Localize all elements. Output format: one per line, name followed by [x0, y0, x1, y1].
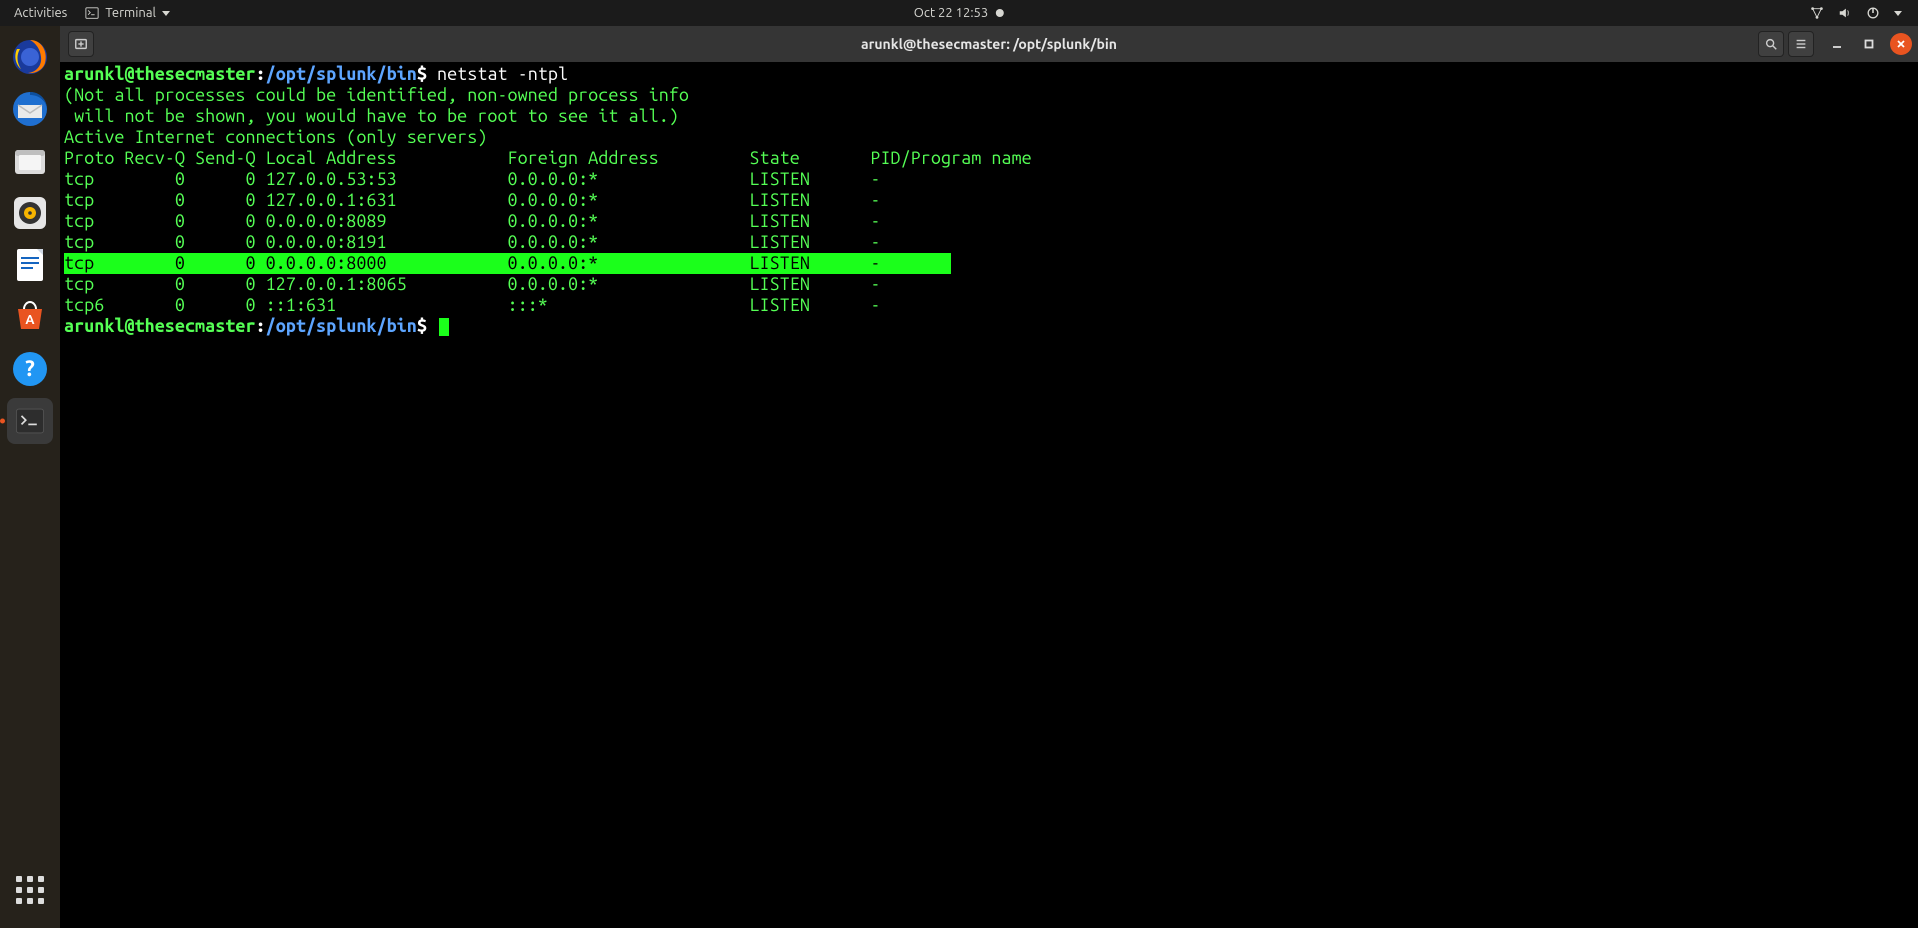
clock[interactable]: Oct 22 12:53	[914, 6, 1004, 20]
terminal-menu-icon	[85, 6, 99, 20]
volume-icon	[1838, 6, 1852, 20]
terminal-icon	[13, 404, 47, 438]
terminal-viewport[interactable]: arunkl@thesecmaster:/opt/splunk/bin$ net…	[60, 62, 1918, 928]
hamburger-menu-button[interactable]	[1788, 31, 1814, 57]
terminal-window: arunkl@thesecmaster: /opt/splunk/bin aru…	[60, 26, 1918, 928]
system-status-area[interactable]	[1810, 6, 1918, 20]
power-icon	[1866, 6, 1880, 20]
search-button[interactable]	[1758, 31, 1784, 57]
maximize-button[interactable]	[1858, 33, 1880, 55]
dock-firefox[interactable]	[7, 34, 53, 80]
window-title: arunkl@thesecmaster: /opt/splunk/bin	[861, 36, 1117, 52]
dock-terminal[interactable]	[7, 398, 53, 444]
netstat-row: tcp 0 0 0.0.0.0:8089 0.0.0.0:* LISTEN -	[64, 211, 880, 231]
svg-text:A: A	[25, 313, 35, 327]
thunderbird-icon	[10, 89, 50, 129]
minimize-icon	[1832, 39, 1842, 49]
chevron-down-icon	[1894, 11, 1902, 16]
files-icon	[10, 141, 50, 181]
app-menu-label: Terminal	[105, 6, 156, 20]
libreoffice-writer-icon	[10, 245, 50, 285]
dock-ubuntu-software[interactable]: A	[7, 294, 53, 340]
dock-help[interactable]: ?	[7, 346, 53, 392]
notification-dot-icon	[996, 9, 1004, 17]
show-applications-button[interactable]	[10, 870, 50, 910]
close-icon	[1896, 39, 1906, 49]
netstat-row: tcp 0 0 127.0.0.53:53 0.0.0.0:* LISTEN -	[64, 169, 880, 189]
dock-libreoffice-writer[interactable]	[7, 242, 53, 288]
netstat-row-highlighted: tcp 0 0 0.0.0.0:8000 0.0.0.0:* LISTEN -	[64, 253, 951, 274]
netstat-row: tcp 0 0 127.0.0.1:8065 0.0.0.0:* LISTEN …	[64, 274, 880, 294]
netstat-row: tcp 0 0 0.0.0.0:8191 0.0.0.0:* LISTEN -	[64, 232, 880, 252]
help-icon: ?	[10, 349, 50, 389]
activities-button[interactable]: Activities	[14, 6, 67, 20]
gnome-top-panel: Activities Terminal Oct 22 12:53	[0, 0, 1918, 26]
minimize-button[interactable]	[1826, 33, 1848, 55]
search-icon	[1764, 37, 1778, 51]
dock-thunderbird[interactable]	[7, 86, 53, 132]
hamburger-icon	[1794, 37, 1808, 51]
close-button[interactable]	[1890, 33, 1912, 55]
new-tab-icon	[74, 37, 88, 51]
ubuntu-software-icon: A	[10, 297, 50, 337]
netstat-row: tcp6 0 0 ::1:631 :::* LISTEN -	[64, 295, 880, 315]
clock-label: Oct 22 12:53	[914, 6, 988, 20]
titlebar: arunkl@thesecmaster: /opt/splunk/bin	[60, 26, 1918, 62]
chevron-down-icon	[162, 11, 170, 16]
dock-rhythmbox[interactable]	[7, 190, 53, 236]
network-icon	[1810, 6, 1824, 20]
ubuntu-dock: A ?	[0, 26, 60, 928]
svg-text:?: ?	[25, 356, 35, 381]
app-menu[interactable]: Terminal	[85, 6, 170, 20]
dock-files[interactable]	[7, 138, 53, 184]
new-tab-button[interactable]	[68, 31, 94, 57]
rhythmbox-icon	[10, 193, 50, 233]
firefox-icon	[10, 37, 50, 77]
netstat-row: tcp 0 0 127.0.0.1:631 0.0.0.0:* LISTEN -	[64, 190, 880, 210]
maximize-icon	[1864, 39, 1874, 49]
cursor	[439, 318, 449, 336]
